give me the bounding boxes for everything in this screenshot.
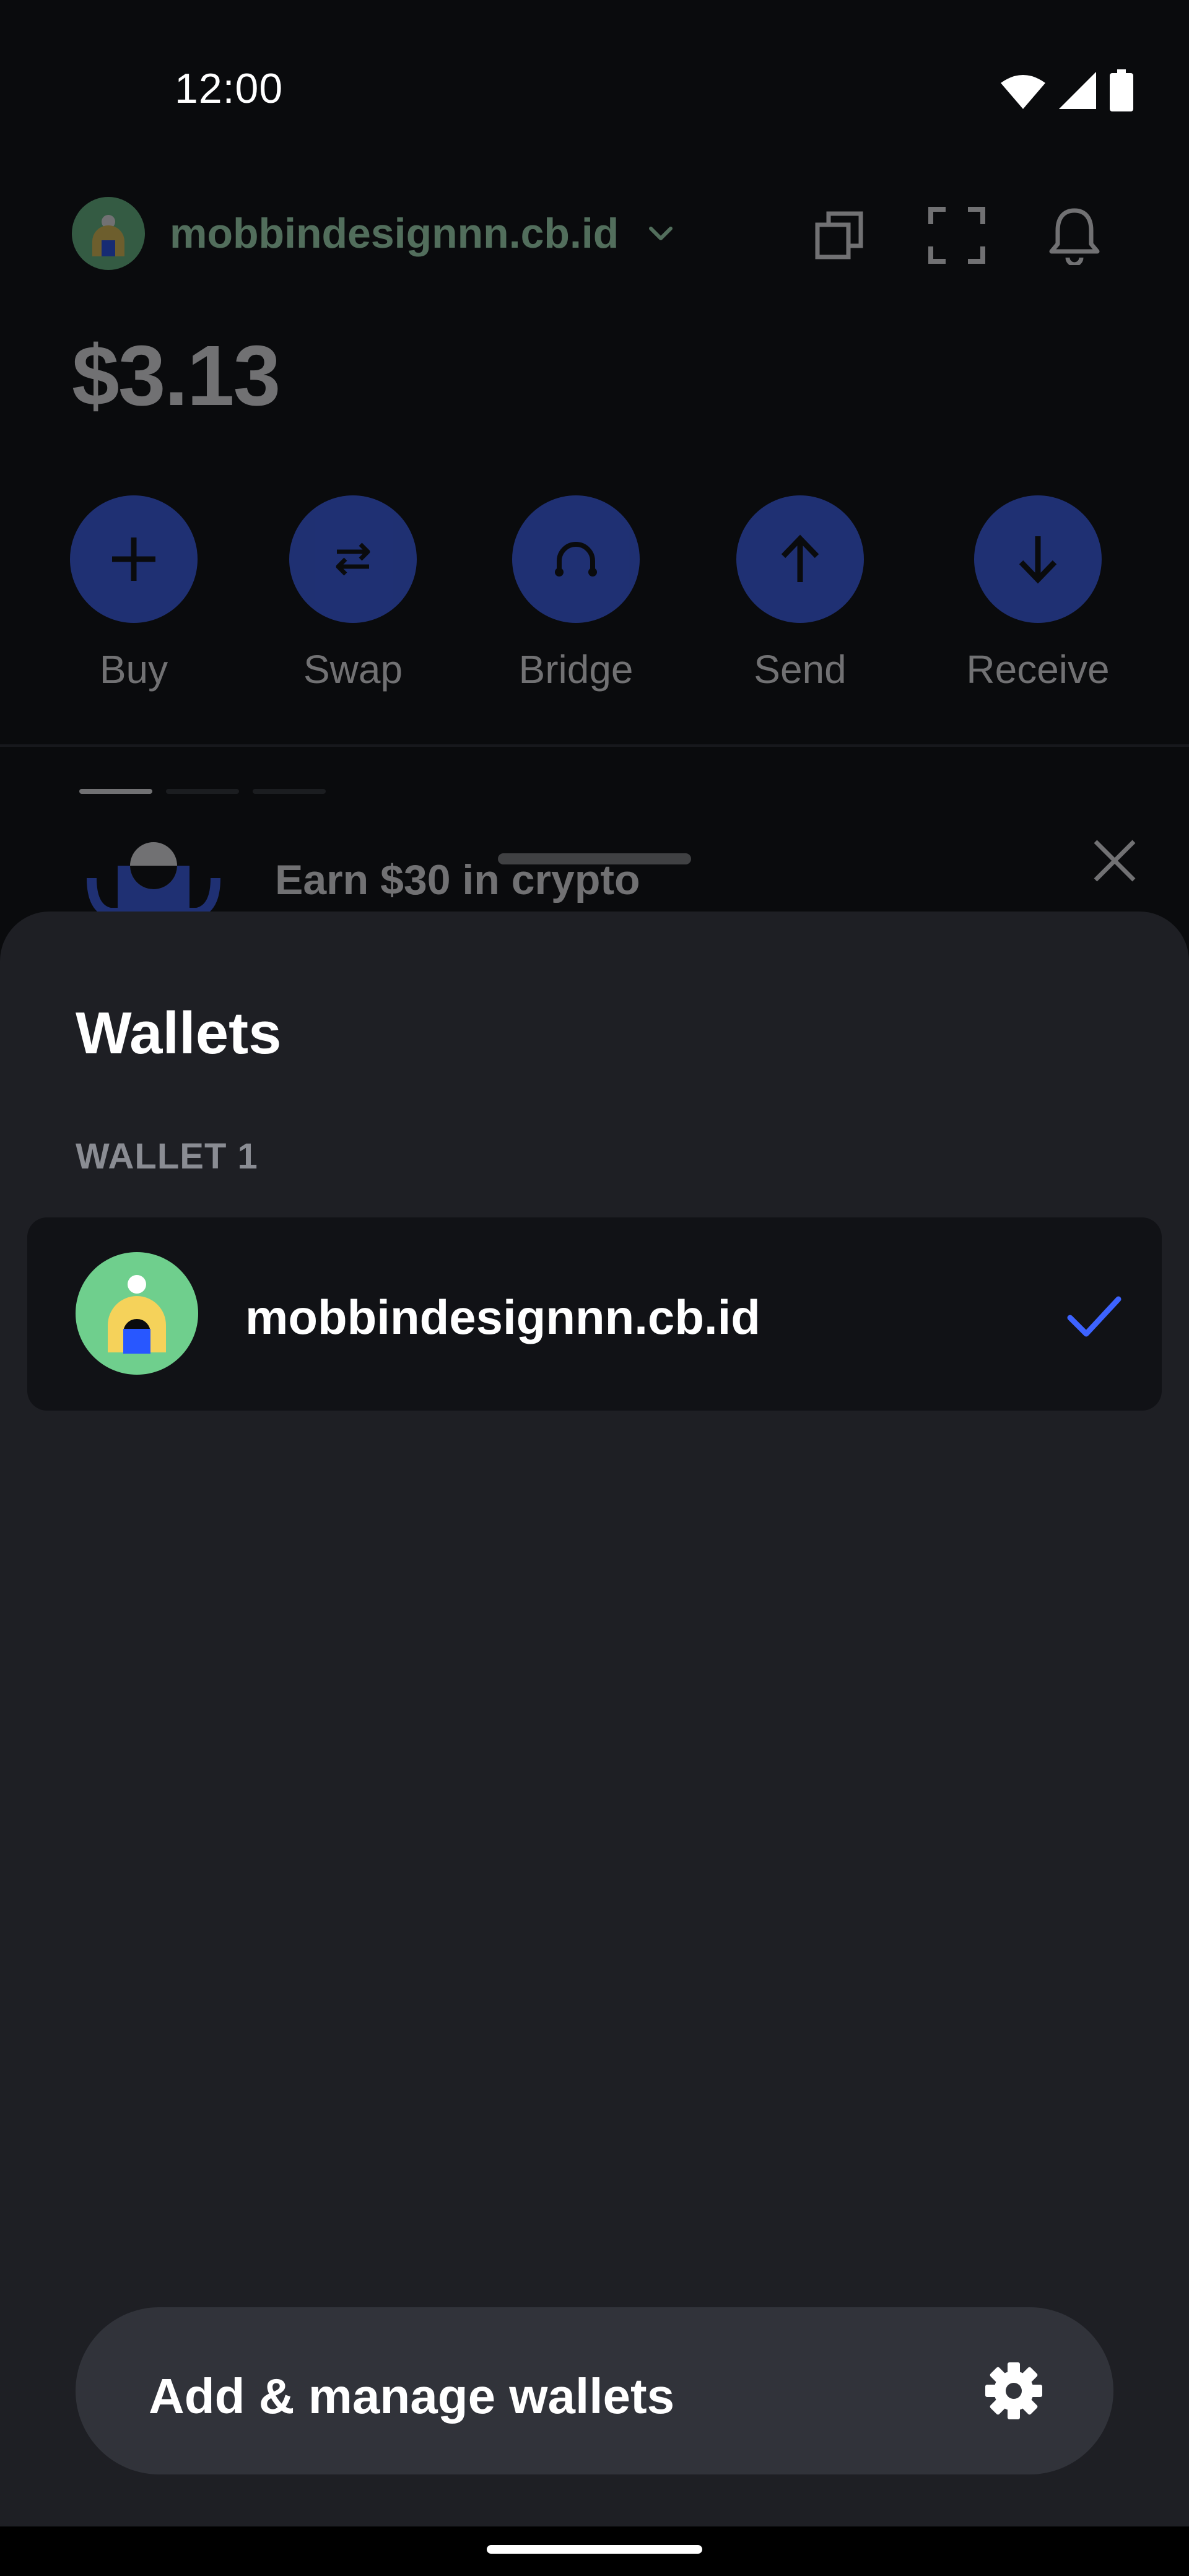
bridge-label: Bridge — [518, 647, 634, 692]
plus-icon — [70, 495, 198, 623]
arrow-down-icon — [974, 495, 1102, 623]
wallet-switcher[interactable]: mobbindesignnn.cb.id — [72, 197, 678, 270]
swap-label: Swap — [303, 647, 403, 692]
wallets-sheet: Wallets WALLET 1 mobbindesignnn.cb.id Ad… — [0, 912, 1189, 2534]
quick-actions: Buy Swap Bridge Send Receive — [0, 495, 1189, 706]
send-label: Send — [754, 647, 847, 692]
carousel-dot — [253, 789, 326, 794]
wallet-list-item[interactable]: mobbindesignnn.cb.id — [27, 1217, 1162, 1411]
receive-button[interactable]: Receive — [939, 495, 1137, 692]
buy-label: Buy — [99, 647, 168, 692]
avatar — [76, 1252, 198, 1375]
bridge-icon — [512, 495, 640, 623]
balance-amount: $3.13 — [72, 328, 281, 424]
battery-icon — [1110, 69, 1133, 111]
add-manage-wallets-label: Add & manage wallets — [149, 2369, 675, 2424]
bridge-button[interactable]: Bridge — [477, 495, 675, 692]
sheet-title: Wallets — [76, 1000, 282, 1066]
wallet-list-item-name: mobbindesignnn.cb.id — [245, 1290, 760, 1344]
swap-button[interactable]: Swap — [254, 495, 452, 692]
status-icons — [1001, 68, 1133, 113]
home-indicator[interactable] — [487, 2545, 702, 2554]
wifi-icon — [1001, 75, 1045, 109]
wallet-screen: mobbindesignnn.cb.id $3.13 Buy Swap Brid… — [0, 0, 1189, 2576]
buy-button[interactable]: Buy — [35, 495, 233, 692]
scan-icon[interactable] — [923, 201, 991, 269]
gear-icon — [980, 2357, 1048, 2425]
check-icon — [1067, 1296, 1121, 1337]
wallet-group-label: WALLET 1 — [76, 1136, 258, 1177]
copy-icon[interactable] — [805, 201, 873, 269]
chevron-down-icon — [649, 227, 673, 240]
bell-icon[interactable] — [1040, 201, 1108, 269]
carousel-dot-active — [79, 789, 152, 794]
carousel-indicator — [79, 789, 326, 794]
header-actions — [805, 201, 1108, 269]
section-divider — [0, 744, 1189, 747]
status-time: 12:00 — [175, 65, 284, 112]
sheet-drag-handle[interactable] — [498, 853, 691, 864]
status-bar: 12:00 — [0, 0, 1189, 186]
receive-label: Receive — [966, 647, 1110, 692]
carousel-dot — [166, 789, 239, 794]
wallet-name: mobbindesignnn.cb.id — [170, 210, 619, 257]
cell-signal-icon — [1059, 72, 1096, 109]
add-manage-wallets-button[interactable]: Add & manage wallets — [76, 2307, 1113, 2474]
swap-icon — [289, 495, 417, 623]
arrow-up-icon — [736, 495, 864, 623]
close-icon[interactable] — [1084, 830, 1146, 892]
send-button[interactable]: Send — [701, 495, 899, 692]
wallet-avatar-small — [72, 197, 145, 270]
navigation-bar — [0, 2526, 1189, 2576]
